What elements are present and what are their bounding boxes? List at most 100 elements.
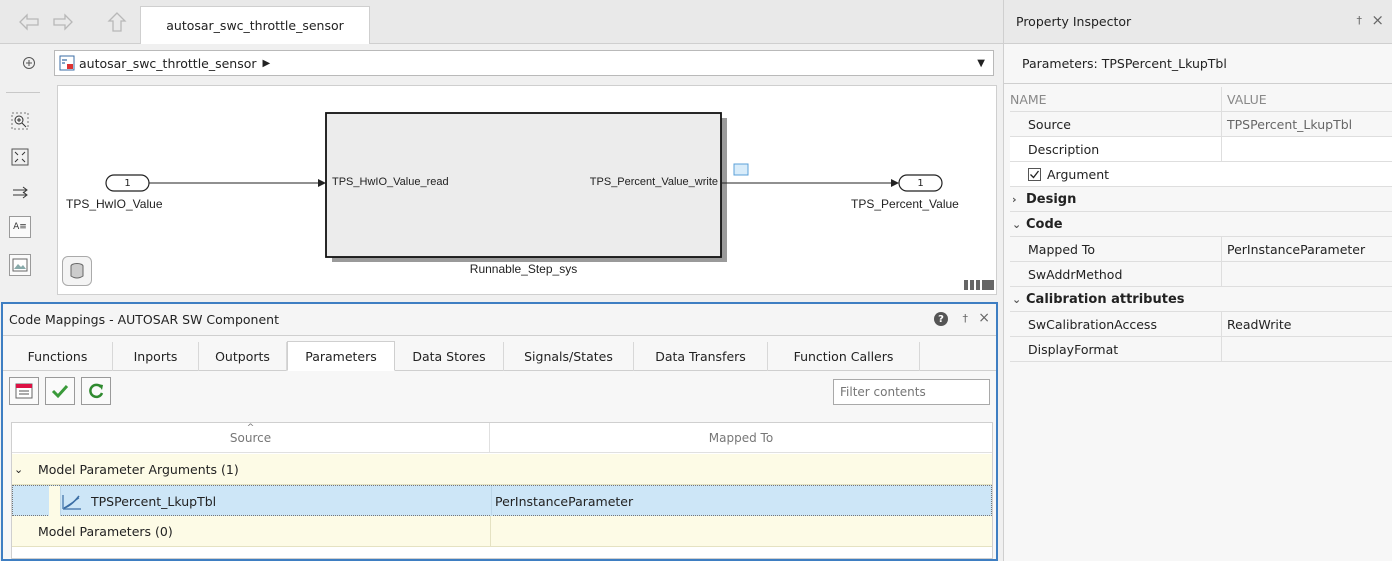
breadcrumb-arrow-icon[interactable]: ▶ <box>263 58 271 69</box>
tab-signals-states[interactable]: Signals/States <box>504 342 634 371</box>
tab-outports[interactable]: Outports <box>199 342 287 371</box>
code-mappings-title-bar: Code Mappings - AUTOSAR SW Component ? †… <box>3 304 996 336</box>
hide-explorer-icon[interactable] <box>22 56 36 70</box>
image-icon[interactable] <box>9 254 31 276</box>
code-mappings-panel: Code Mappings - AUTOSAR SW Component ? †… <box>1 302 998 561</box>
property-inspector-title-bar: Property Inspector † × <box>1004 0 1392 44</box>
annotation-icon[interactable]: A≡ <box>9 216 31 238</box>
model-icon <box>59 55 75 71</box>
code-mappings-tabs: Functions Inports Outports Parameters Da… <box>3 341 996 371</box>
zoom-icon[interactable] <box>9 110 31 132</box>
parameters-table: ^ Source Mapped To ⌄ Model Parameter Arg… <box>11 422 993 559</box>
tab-inports[interactable]: Inports <box>113 342 199 371</box>
property-name: Description <box>1010 137 1222 162</box>
model-tab[interactable]: autosar_swc_throttle_sensor <box>140 6 370 44</box>
property-row[interactable]: SwCalibrationAccess ReadWrite <box>1010 312 1392 337</box>
subsystem-name-label: Runnable_Step_sys <box>469 262 578 276</box>
property-name: Source <box>1010 112 1222 137</box>
property-value-input[interactable] <box>1223 137 1392 162</box>
fit-to-view-icon[interactable] <box>9 146 31 168</box>
inport-label: TPS_HwIO_Value <box>66 197 163 211</box>
property-row[interactable]: Source TPSPercent_LkupTbl <box>1010 112 1392 137</box>
property-value[interactable] <box>1223 337 1392 362</box>
property-row[interactable]: DisplayFormat <box>1010 337 1392 362</box>
outport-label: TPS_Percent_Value <box>851 197 959 211</box>
forward-arrow-icon[interactable] <box>50 9 76 35</box>
code-mappings-toolbar <box>3 371 996 415</box>
help-icon[interactable]: ? <box>934 312 948 326</box>
property-name: DisplayFormat <box>1010 337 1222 362</box>
lookup-table-icon <box>61 486 83 517</box>
breadcrumb[interactable]: autosar_swc_throttle_sensor ▶ ▼ <box>54 50 994 76</box>
group-label: Model Parameters (0) <box>38 524 173 539</box>
subsystem-output-port-label: TPS_Percent_Value_write <box>589 176 718 188</box>
canvas-toolbar: A≡ <box>0 82 46 296</box>
model-canvas[interactable]: 1 TPS_HwIO_Value 1 TPS_Percent_Value TPS… <box>57 85 997 295</box>
property-value[interactable]: PerInstanceParameter <box>1223 237 1392 262</box>
navigation-bar: autosar_swc_throttle_sensor <box>0 0 1003 44</box>
model-editor: autosar_swc_throttle_sensor autosar_swc_… <box>0 0 1003 561</box>
arrow-connect-icon[interactable] <box>9 182 31 204</box>
toolbar-divider <box>6 92 40 93</box>
chevron-down-icon[interactable]: ⌄ <box>1012 293 1026 306</box>
property-row[interactable]: Mapped To PerInstanceParameter <box>1010 237 1392 262</box>
group-label: Model Parameter Arguments (1) <box>38 462 239 477</box>
configure-table-icon[interactable] <box>9 377 39 405</box>
tab-function-callers[interactable]: Function Callers <box>768 342 920 371</box>
group-row[interactable]: Model Parameters (0) <box>12 516 992 547</box>
refresh-icon[interactable] <box>81 377 111 405</box>
column-header-source[interactable]: ^ Source <box>12 423 490 453</box>
section-code[interactable]: ⌄ Code <box>1010 212 1392 237</box>
tab-functions[interactable]: Functions <box>3 342 113 371</box>
model-tab-label: autosar_swc_throttle_sensor <box>166 18 344 33</box>
signal-arrow-out <box>891 179 899 187</box>
tab-parameters[interactable]: Parameters <box>287 341 395 371</box>
argument-checkbox[interactable] <box>1028 168 1041 181</box>
expand-chevron-icon[interactable]: ⌄ <box>14 454 34 485</box>
back-arrow-icon[interactable] <box>16 9 42 35</box>
sort-icon: ^ <box>246 423 255 433</box>
property-value: TPSPercent_LkupTbl <box>1227 117 1353 132</box>
property-value[interactable]: ReadWrite <box>1223 312 1392 337</box>
row-source: TPSPercent_LkupTbl <box>91 494 217 509</box>
column-header-mapped-to[interactable]: Mapped To <box>490 423 992 453</box>
address-row: autosar_swc_throttle_sensor ▶ ▼ <box>0 44 1003 82</box>
breadcrumb-model-name[interactable]: autosar_swc_throttle_sensor <box>79 56 257 71</box>
property-row[interactable]: Argument <box>1010 162 1392 187</box>
property-header-row: NAME VALUE <box>1010 87 1392 112</box>
pin-icon[interactable]: † <box>1357 14 1363 27</box>
section-design[interactable]: › Design <box>1010 187 1392 212</box>
breadcrumb-dropdown-icon[interactable]: ▼ <box>977 58 985 69</box>
property-name: Mapped To <box>1010 237 1222 262</box>
tab-data-transfers[interactable]: Data Transfers <box>634 342 768 371</box>
property-name: SwAddrMethod <box>1010 262 1222 287</box>
close-icon[interactable]: × <box>978 310 990 326</box>
property-name: Argument <box>1047 167 1110 182</box>
tab-data-stores[interactable]: Data Stores <box>395 342 504 371</box>
filter-input[interactable] <box>833 379 990 405</box>
property-row[interactable]: SwAddrMethod <box>1010 262 1392 287</box>
chevron-down-icon[interactable]: ⌄ <box>1012 218 1026 231</box>
property-value[interactable] <box>1223 262 1392 287</box>
property-inspector-subtitle: Parameters: TPSPercent_LkupTbl <box>1004 44 1392 84</box>
signal-observer-icon[interactable] <box>733 163 749 176</box>
property-row[interactable]: Description <box>1010 137 1392 162</box>
chevron-right-icon[interactable]: › <box>1012 193 1026 206</box>
panel-grip-icon[interactable] <box>964 280 994 290</box>
property-name: SwCalibrationAccess <box>1010 312 1222 337</box>
close-icon[interactable]: × <box>1371 11 1384 29</box>
property-table: NAME VALUE Source TPSPercent_LkupTbl Des… <box>1010 87 1392 362</box>
row-mapped-to[interactable]: PerInstanceParameter <box>495 486 633 517</box>
header-name: NAME <box>1010 87 1222 112</box>
table-row[interactable]: TPSPercent_LkupTbl PerInstanceParameter <box>12 485 992 517</box>
up-arrow-icon[interactable] <box>104 9 130 35</box>
signal-arrow-in <box>318 179 326 187</box>
pin-icon[interactable]: † <box>963 312 969 325</box>
group-row[interactable]: ⌄ Model Parameter Arguments (1) <box>12 454 992 485</box>
property-inspector-title: Property Inspector <box>1016 14 1132 29</box>
code-mappings-title: Code Mappings - AUTOSAR SW Component <box>9 312 279 327</box>
inport-number: 1 <box>124 177 131 189</box>
section-calibration-attributes[interactable]: ⌄ Calibration attributes <box>1010 287 1392 312</box>
model-data-icon[interactable] <box>62 256 92 286</box>
validate-icon[interactable] <box>45 377 75 405</box>
